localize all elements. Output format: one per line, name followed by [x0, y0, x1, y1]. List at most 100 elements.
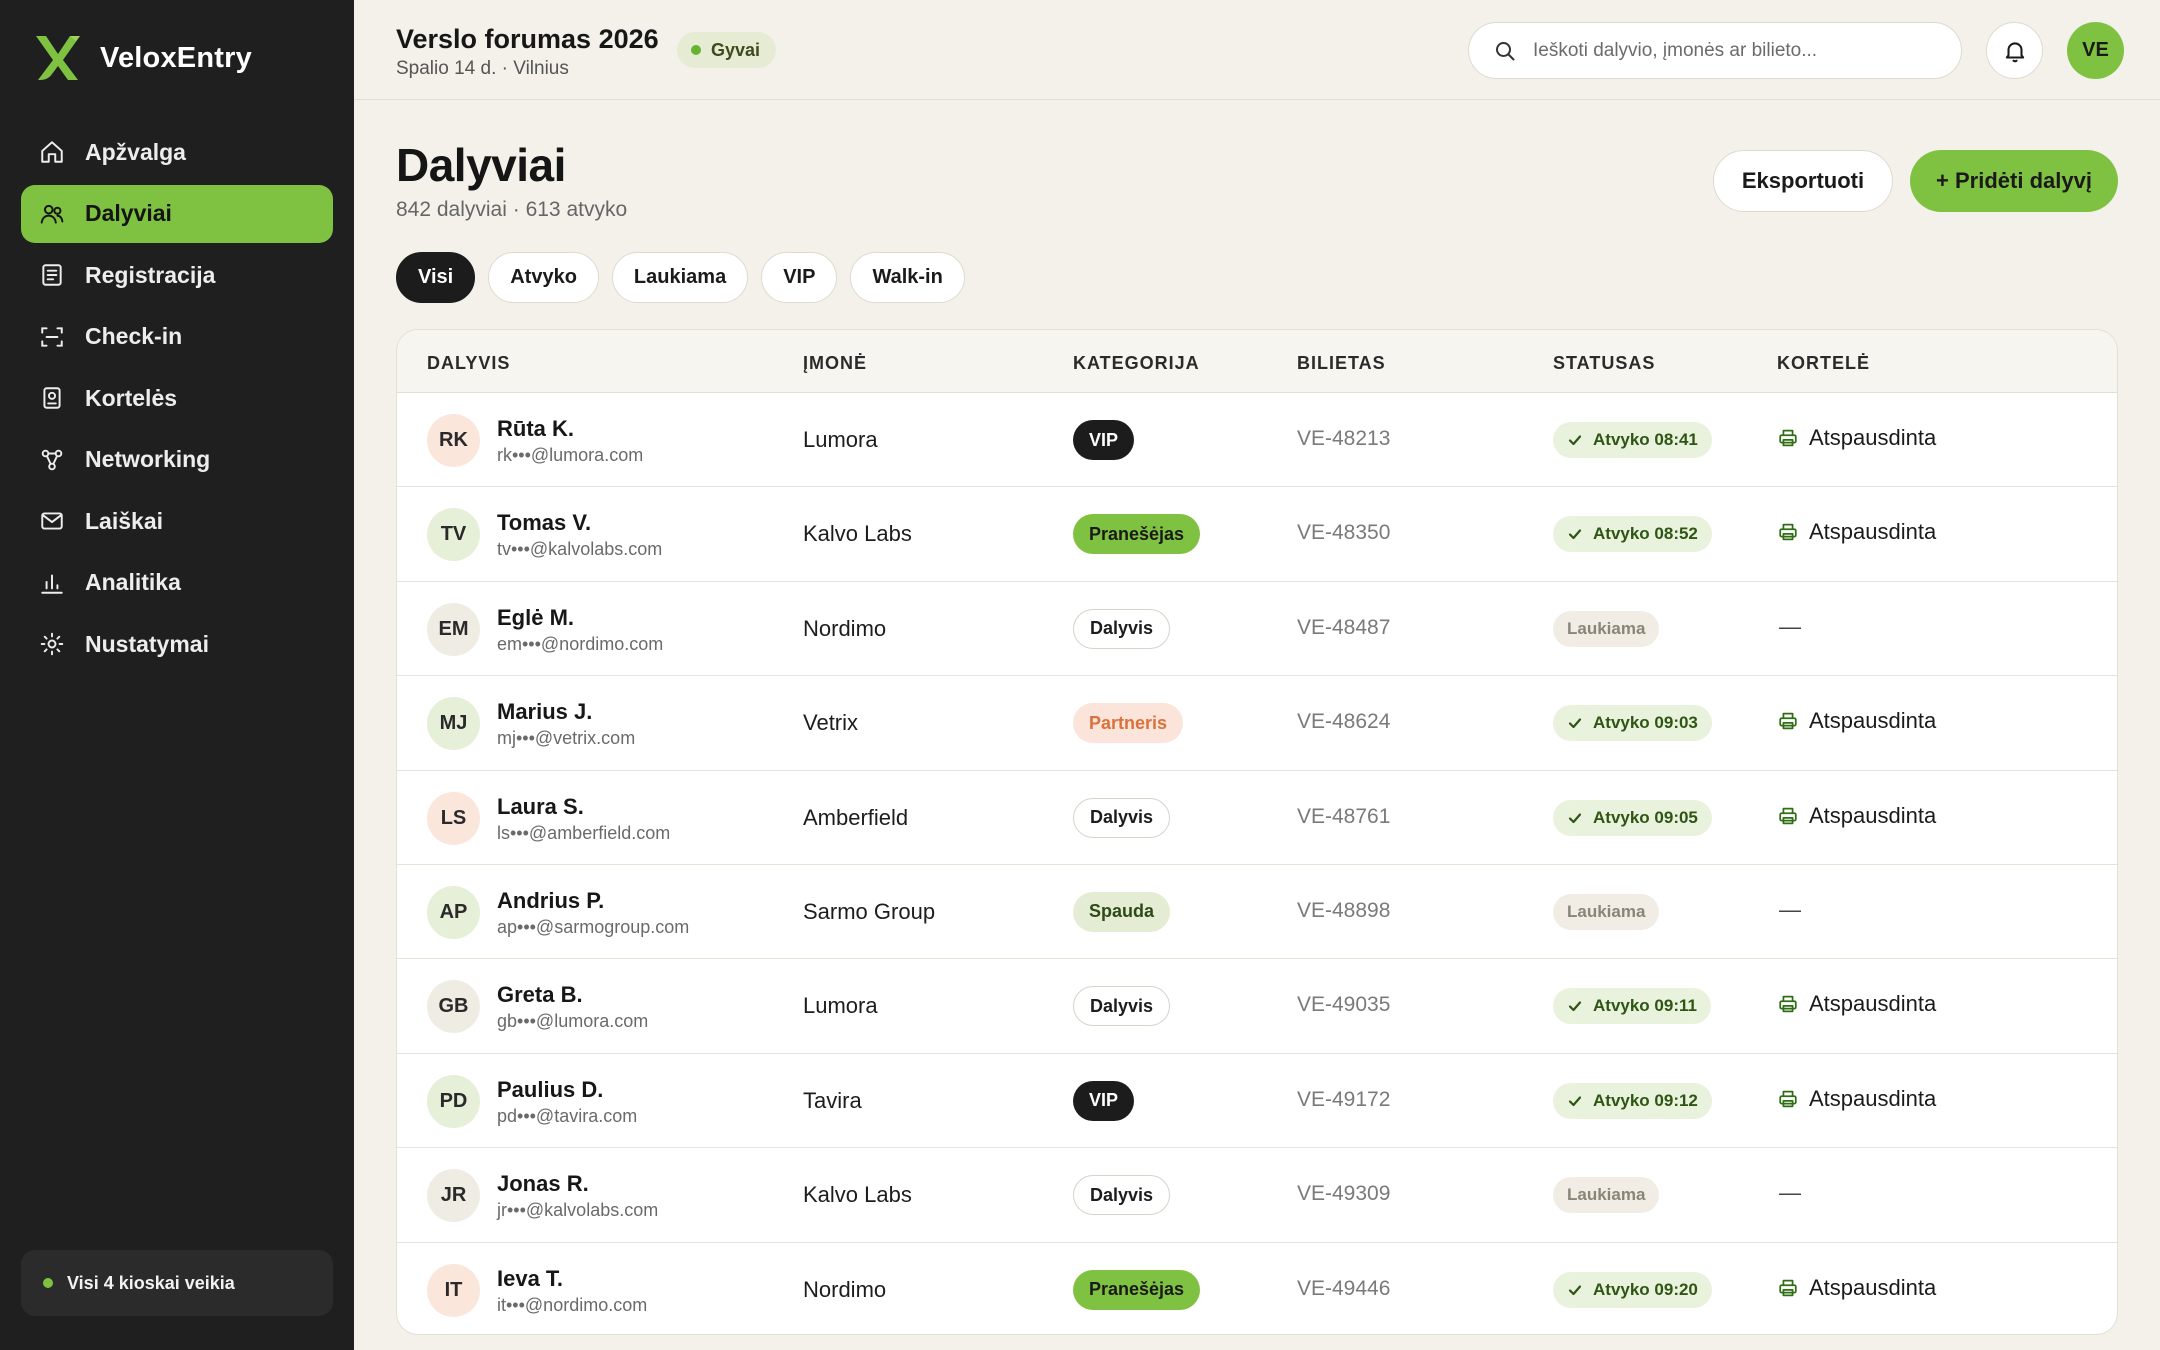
participant-name[interactable]: Paulius D.: [497, 1077, 603, 1103]
category-badge: VIP: [1073, 1080, 1135, 1121]
avatar: MJ: [427, 697, 480, 751]
card-print-status[interactable]: Atspausdinta: [1777, 1086, 1936, 1112]
filter-chip-laukiama[interactable]: Laukiama: [611, 252, 749, 303]
table-row[interactable]: GB Greta B. gb•••@lumora.com Lumora Dalyvis V…: [397, 959, 2117, 1054]
participant-name[interactable]: Eglė M.: [497, 605, 574, 631]
avatar: PD: [427, 1074, 480, 1128]
status-text: Laukiama: [1567, 618, 1646, 638]
column-header-category[interactable]: KATEGORIJA: [1073, 353, 1200, 374]
participant-name[interactable]: Laura S.: [497, 794, 584, 820]
participant-email: gb•••@lumora.com: [497, 1011, 649, 1032]
ticket-id: VE-48624: [1297, 710, 1391, 734]
card-print-status[interactable]: Atspausdinta: [1777, 1275, 1936, 1301]
check-icon: [1568, 529, 1582, 540]
card-status-text: Atspausdinta: [1809, 1085, 1937, 1111]
participant-email: pd•••@tavira.com: [497, 1105, 638, 1126]
add-participant-button[interactable]: + Pridėti dalyvį: [1910, 150, 2118, 212]
sidebar-item-label: Analitika: [85, 569, 181, 595]
form-icon: [42, 264, 62, 286]
card-print-status[interactable]: Atspausdinta: [1777, 991, 1936, 1017]
settings-icon: [40, 632, 64, 656]
table-body: RK Rūta K. rk•••@lumora.com Lumora VIP VE-482…: [397, 393, 2117, 1334]
card-print-status[interactable]: Atspausdinta: [1777, 425, 1936, 451]
table-row[interactable]: LS Laura S. ls•••@amberfield.com Amberfield…: [397, 771, 2117, 865]
card-print-status: —: [1779, 1180, 1801, 1206]
column-header-ticket[interactable]: BILIETAS: [1297, 353, 1386, 374]
category-badge: Dalyvis: [1073, 986, 1171, 1027]
company-name: Nordimo: [803, 615, 887, 641]
avatar: TV: [427, 508, 480, 562]
status-badge: Atvyko 09:03: [1553, 705, 1712, 742]
top-bar: Verslo forumas 2026 Spalio 14 d. · Vilni…: [354, 0, 2160, 100]
sidebar-item-korteles[interactable]: Kortelės: [21, 369, 333, 427]
check-icon: [1568, 812, 1582, 823]
column-header-card[interactable]: KORTELĖ: [1777, 353, 1870, 374]
table-row[interactable]: JR Jonas R. jr•••@kalvolabs.com Kalvo Labs D…: [397, 1148, 2117, 1243]
filter-chips: Visi Atvyko Laukiama VIP Walk-in: [396, 252, 965, 303]
participant-email: ls•••@amberfield.com: [497, 822, 671, 843]
check-icon: [1568, 1284, 1582, 1295]
avatar: JR: [427, 1169, 480, 1223]
event-subtitle: Spalio 14 d. · Vilnius: [396, 58, 569, 79]
participant-name[interactable]: Ieva T.: [497, 1266, 563, 1292]
column-header-status[interactable]: STATUSAS: [1553, 353, 1655, 374]
filter-chip-walk-in[interactable]: Walk-in: [850, 252, 965, 303]
sidebar-item-label: Dalyviai: [85, 200, 172, 226]
search-input[interactable]: [1533, 39, 1933, 62]
participant-name[interactable]: Marius J.: [497, 699, 592, 725]
sidebar-item-label: Check-in: [85, 323, 183, 349]
chart-icon: [41, 573, 63, 594]
participant-name[interactable]: Tomas V.: [497, 510, 591, 536]
sidebar-item-dalyviai[interactable]: Dalyviai: [21, 184, 333, 243]
table-row[interactable]: EM Eglė M. em•••@nordimo.com Nordimo Dalyvis…: [397, 582, 2117, 677]
sidebar-item-apzvalga[interactable]: Apžvalga: [21, 123, 333, 181]
sidebar-item-check-in[interactable]: Check-in: [21, 308, 333, 366]
table-row[interactable]: AP Andrius P. ap•••@sarmogroup.com Sarmo Gr…: [397, 865, 2117, 960]
printer-icon: [1779, 1279, 1797, 1296]
status-badge: Atvyko 09:12: [1553, 1082, 1712, 1119]
brand[interactable]: VeloxEntry: [32, 32, 252, 84]
notifications-button[interactable]: [1986, 22, 2043, 79]
column-header-participant[interactable]: DALYVIS: [427, 353, 510, 374]
table-row[interactable]: TV Tomas V. tv•••@kalvolabs.com Kalvo Labs P…: [397, 487, 2117, 582]
live-dot: [691, 45, 701, 55]
table-header: DALYVIS ĮMONĖ KATEGORIJA BILIETAS STATUS…: [397, 330, 2117, 393]
status-text: Laukiama: [1567, 901, 1646, 921]
company-name: Lumora: [803, 993, 878, 1019]
participant-name[interactable]: Jonas R.: [497, 1171, 589, 1197]
table-row[interactable]: PD Paulius D. pd•••@tavira.com Tavira VIP VE-…: [397, 1054, 2117, 1149]
sidebar-item-laiskai[interactable]: Laiškai: [21, 492, 333, 550]
table-row[interactable]: IT Ieva T. it•••@nordimo.com Nordimo Pranešė…: [397, 1243, 2117, 1334]
user-avatar[interactable]: VE: [2067, 22, 2124, 79]
printer-icon: [1779, 712, 1797, 730]
card-print-status[interactable]: Atspausdinta: [1777, 519, 1936, 545]
badge-icon: [43, 387, 61, 409]
sidebar-item-networking[interactable]: Networking: [21, 431, 333, 489]
participant-email: ap•••@sarmogroup.com: [497, 916, 690, 937]
sidebar-item-analitika[interactable]: Analitika: [21, 554, 333, 612]
table-row[interactable]: RK Rūta K. rk•••@lumora.com Lumora VIP VE-482…: [397, 393, 2117, 488]
status-badge: Atvyko 09:11: [1553, 988, 1711, 1025]
participant-name[interactable]: Rūta K.: [497, 416, 574, 442]
sidebar: VeloxEntry Apžvalga Dalyviai Registracij…: [0, 0, 354, 1350]
brand-name: VeloxEntry: [100, 41, 252, 74]
export-button[interactable]: Eksportuoti: [1713, 150, 1893, 212]
participant-name[interactable]: Greta B.: [497, 982, 583, 1008]
avatar: RK: [427, 414, 480, 467]
filter-chip-visi[interactable]: Visi: [396, 252, 476, 303]
avatar: GB: [427, 980, 480, 1034]
filter-chip-vip[interactable]: VIP: [761, 252, 838, 303]
search-box[interactable]: [1468, 22, 1962, 79]
avatar: LS: [427, 791, 480, 845]
card-print-status[interactable]: Atspausdinta: [1777, 803, 1936, 829]
table-row[interactable]: MJ Marius J. mj•••@vetrix.com Vetrix Partner…: [397, 676, 2117, 771]
participant-name[interactable]: Andrius P.: [497, 888, 604, 914]
sidebar-item-registracija[interactable]: Registracija: [21, 246, 333, 304]
column-header-company[interactable]: ĮMONĖ: [803, 353, 867, 374]
filter-chip-atvyko[interactable]: Atvyko: [488, 252, 599, 303]
status-text: Atvyko 09:20: [1593, 1279, 1698, 1299]
printer-icon: [1779, 807, 1797, 824]
sidebar-item-nustatymai[interactable]: Nustatymai: [21, 615, 333, 673]
category-badge: Dalyvis: [1073, 1175, 1171, 1216]
card-print-status[interactable]: Atspausdinta: [1777, 708, 1936, 734]
